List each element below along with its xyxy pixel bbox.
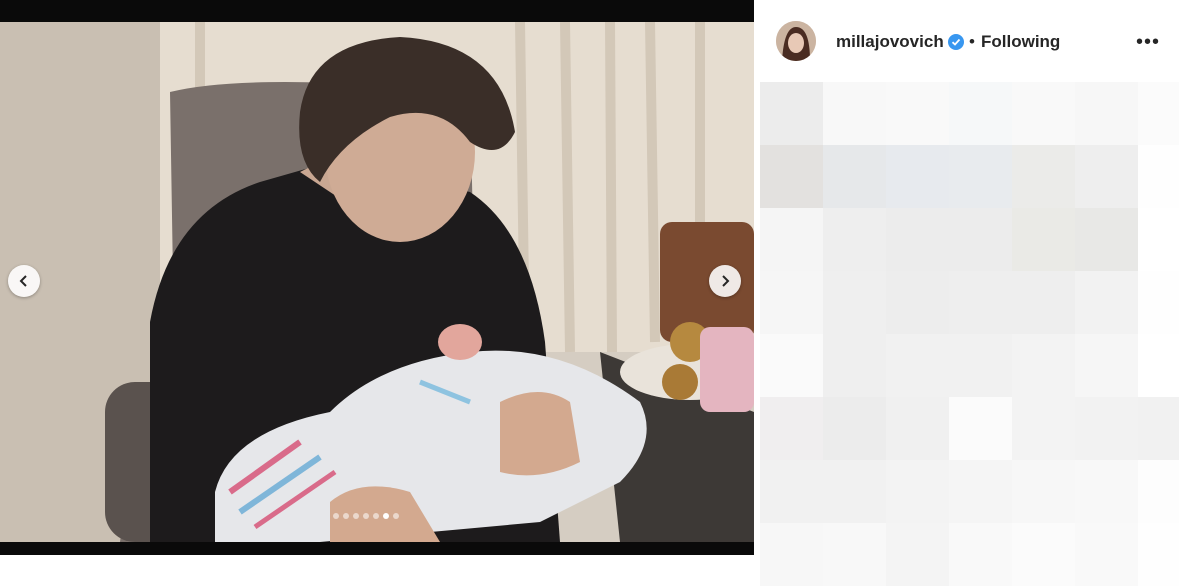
post-side-panel: millajovovich • Following ••• <box>754 0 1179 586</box>
carousel-dot <box>363 513 369 519</box>
previous-slide-button[interactable] <box>8 265 40 297</box>
chevron-right-icon <box>722 275 730 287</box>
carousel-dot <box>373 513 379 519</box>
more-options-icon[interactable]: ••• <box>1136 31 1160 54</box>
pixelated-caption-area <box>760 82 1179 586</box>
post-photo <box>0 22 754 542</box>
carousel-dot <box>393 513 399 519</box>
chevron-left-icon <box>19 275 27 287</box>
avatar[interactable] <box>776 21 816 61</box>
username-link[interactable]: millajovovich <box>836 32 944 52</box>
separator-dot: • <box>969 32 975 51</box>
post-header: millajovovich • Following ••• <box>754 0 1179 82</box>
following-button[interactable]: Following <box>981 32 1060 52</box>
next-slide-button[interactable] <box>709 265 741 297</box>
carousel-dot-active <box>383 513 389 519</box>
carousel-dot <box>343 513 349 519</box>
verified-badge-icon <box>948 34 964 50</box>
carousel-dot <box>353 513 359 519</box>
post-media <box>0 0 754 555</box>
carousel-dot <box>333 513 339 519</box>
carousel-indicator <box>333 513 399 519</box>
